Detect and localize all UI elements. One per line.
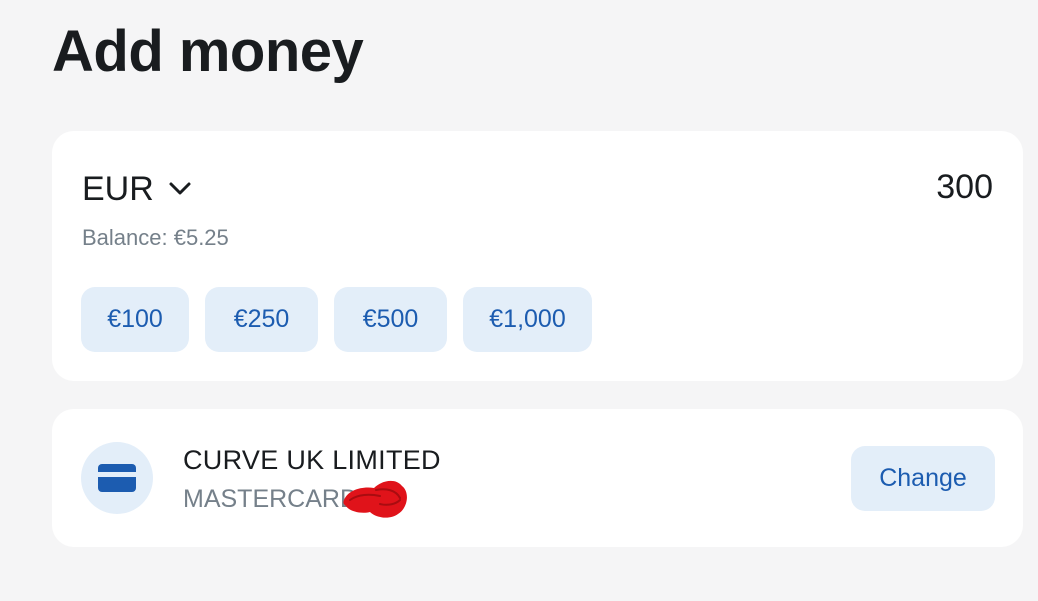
- amount-input[interactable]: 300: [936, 167, 993, 207]
- balance-text: Balance: €5.25: [82, 225, 229, 250]
- change-button[interactable]: Change: [851, 446, 995, 511]
- payment-method-type-row: MASTERCARD: [183, 480, 407, 518]
- preset-chip-1000[interactable]: €1,000: [463, 287, 592, 352]
- payment-method-card[interactable]: CURVE UK LIMITED MASTERCARD Change: [52, 409, 1023, 547]
- preset-amounts: €100 €250 €500 €1,000: [81, 287, 592, 352]
- credit-card-icon: [98, 464, 136, 492]
- currency-selector[interactable]: EUR: [82, 169, 192, 209]
- page-title: Add money: [52, 19, 364, 84]
- preset-chip-100[interactable]: €100: [81, 287, 189, 352]
- payment-method-type: MASTERCARD: [183, 485, 359, 513]
- preset-chip-500[interactable]: €500: [334, 287, 447, 352]
- redaction-scribble: [343, 480, 407, 518]
- payment-method-name: CURVE UK LIMITED: [183, 445, 441, 475]
- chevron-down-icon: [169, 182, 191, 195]
- currency-code: EUR: [82, 170, 154, 208]
- preset-chip-250[interactable]: €250: [205, 287, 318, 352]
- card-avatar: [81, 442, 153, 514]
- amount-card: EUR 300 Balance: €5.25 €100 €250 €500 €1…: [52, 131, 1023, 381]
